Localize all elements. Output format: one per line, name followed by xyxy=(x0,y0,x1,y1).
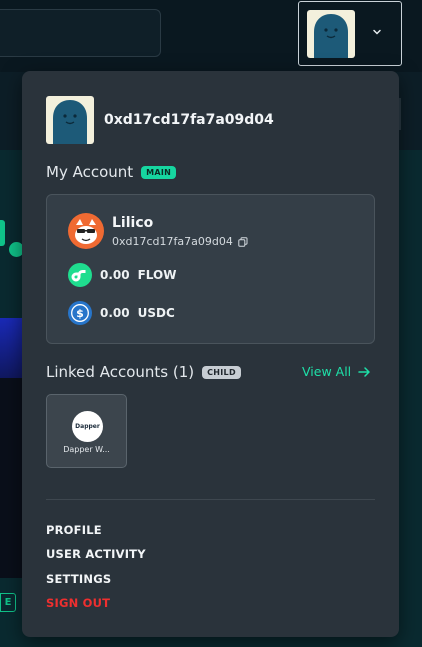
menu-sign-out[interactable]: SIGN OUT xyxy=(46,596,110,610)
background-image xyxy=(0,318,22,378)
flow-amount: 0.00 xyxy=(100,268,130,282)
flow-symbol: FLOW xyxy=(137,268,177,282)
linked-accounts-title: Linked Accounts (1) xyxy=(46,363,195,381)
account-card[interactable]: Lilico 0xd17cd17fa7a09d04 0.00 FLOW $ 0.… xyxy=(46,194,375,344)
usdc-amount: 0.00 xyxy=(100,306,130,320)
usdc-balance-row: $ 0.00 USDC xyxy=(68,301,175,325)
search-input[interactable] xyxy=(0,9,161,57)
ghost-avatar-icon xyxy=(46,96,94,144)
flow-icon xyxy=(68,263,92,287)
main-badge: MAIN xyxy=(141,165,177,179)
flow-balance-row: 0.00 FLOW xyxy=(68,263,176,287)
account-dropdown: 0xd17cd17fa7a09d04 My Account MAIN Lilic… xyxy=(22,71,399,637)
usdc-symbol: USDC xyxy=(137,306,175,320)
ghost-avatar-icon xyxy=(307,9,355,58)
dapper-logo-icon: Dapper xyxy=(72,411,103,442)
menu-profile[interactable]: PROFILE xyxy=(46,523,102,537)
linked-accounts-heading: Linked Accounts (1) CHILD xyxy=(46,363,241,381)
menu-user-activity[interactable]: USER ACTIVITY xyxy=(46,547,146,561)
linked-account-card[interactable]: Dapper Dapper W... xyxy=(46,394,127,468)
background-tag[interactable]: E xyxy=(0,593,16,612)
account-address: 0xd17cd17fa7a09d04 xyxy=(112,235,233,248)
svg-text:$: $ xyxy=(76,307,84,320)
background-button[interactable] xyxy=(0,220,5,246)
arrow-right-icon xyxy=(358,366,370,377)
menu-divider xyxy=(46,499,375,500)
dropdown-header: 0xd17cd17fa7a09d04 xyxy=(46,96,274,144)
my-account-heading: My Account MAIN xyxy=(46,163,177,181)
account-menu-button[interactable] xyxy=(298,1,402,66)
child-badge: CHILD xyxy=(202,365,241,379)
copy-icon[interactable] xyxy=(238,236,248,247)
usdc-icon: $ xyxy=(68,301,92,325)
chevron-down-icon xyxy=(373,29,381,35)
account-name: Lilico xyxy=(112,215,154,231)
linked-account-label: Dapper W... xyxy=(63,445,110,454)
view-all-label: View All xyxy=(302,364,352,379)
menu-settings[interactable]: SETTINGS xyxy=(46,572,111,586)
account-address-row: 0xd17cd17fa7a09d04 xyxy=(112,235,248,248)
my-account-title: My Account xyxy=(46,163,134,181)
wallet-address: 0xd17cd17fa7a09d04 xyxy=(104,112,274,128)
lilico-avatar-icon xyxy=(68,213,104,249)
view-all-link[interactable]: View All xyxy=(302,364,371,379)
